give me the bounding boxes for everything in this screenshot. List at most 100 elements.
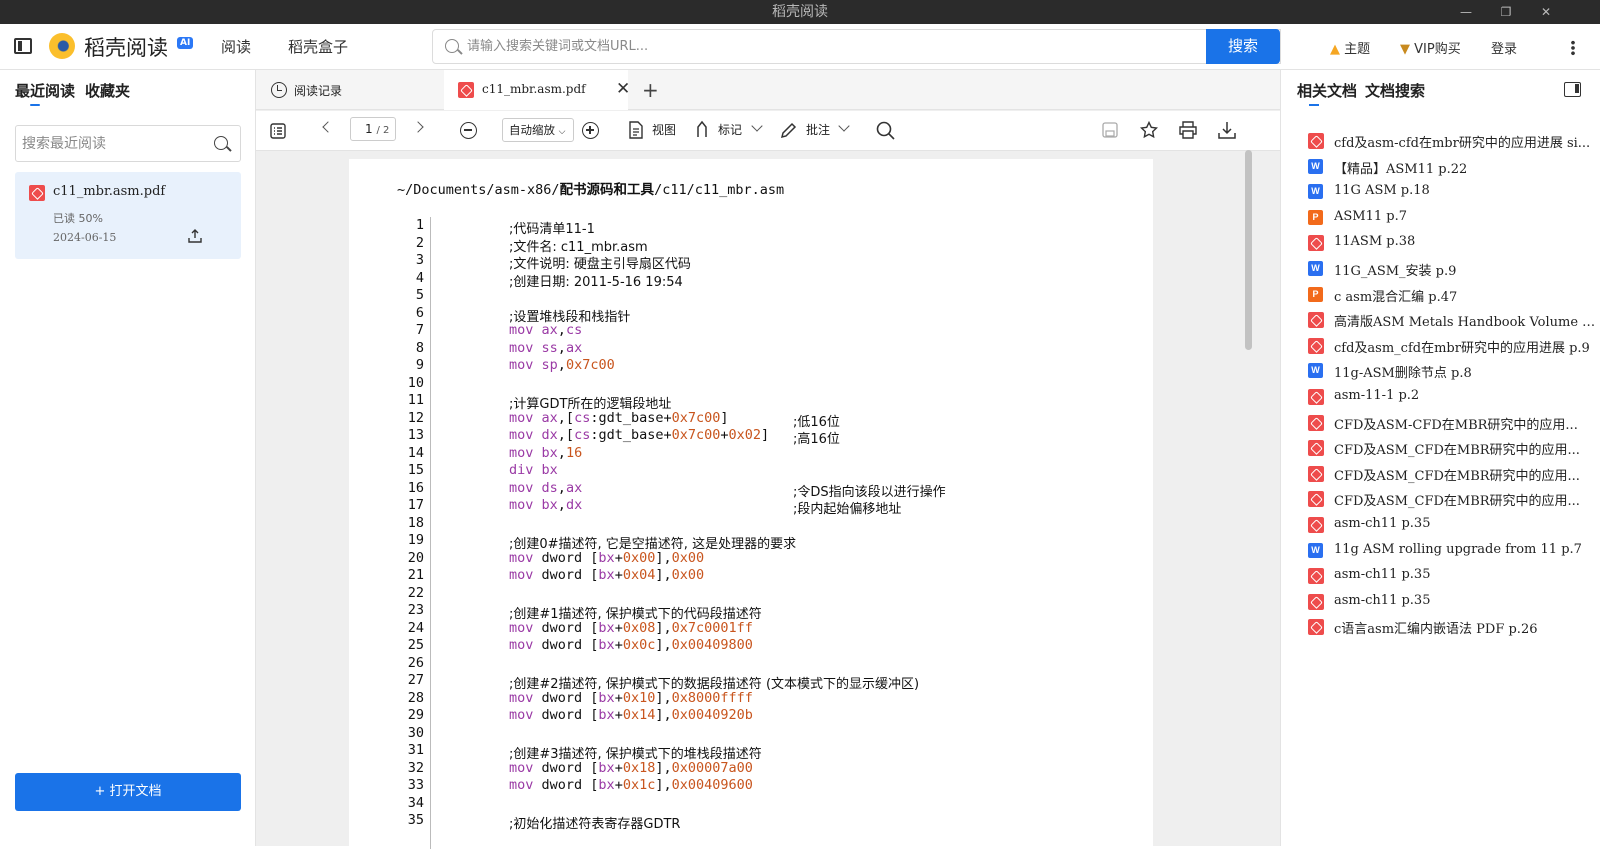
next-page-icon[interactable] [412, 121, 424, 133]
pen-icon [780, 122, 797, 139]
line-number: 20 [407, 549, 424, 566]
tab-document[interactable]: c11_mbr.asm.pdf ✕ [444, 70, 630, 110]
nav-docer-box[interactable]: 稻壳盒子 [288, 36, 348, 57]
word-icon: W [1308, 261, 1323, 276]
sidebar-toggle-icon[interactable] [14, 38, 32, 54]
related-doc-item[interactable]: Pc asm混合汇编 p.47 [1308, 286, 1598, 305]
pdf-icon [29, 185, 45, 201]
tab-recent[interactable]: 最近阅读 [15, 80, 75, 101]
line-number: 18 [407, 514, 424, 531]
line-number: 26 [407, 654, 424, 671]
related-doc-item[interactable]: 11ASM p.38 [1308, 234, 1598, 252]
mark-button[interactable]: 标记 [718, 121, 742, 138]
minimize-icon[interactable]: — [1452, 0, 1480, 24]
line-number: 4 [415, 269, 424, 286]
download-icon[interactable] [1218, 121, 1236, 139]
marker-icon [697, 120, 707, 137]
related-doc-item[interactable]: cfd及asm-cfd在mbr研究中的应用进展 si... [1308, 132, 1598, 151]
ai-badge: AI [177, 37, 194, 49]
related-doc-item[interactable]: W 11g ASM rolling upgrade from 11 p.7 [1308, 542, 1598, 560]
related-doc-item[interactable]: CFD及ASM_CFD在MBR研究中的应用... [1308, 490, 1598, 510]
find-icon[interactable] [876, 121, 896, 141]
related-doc-item[interactable]: P ASM11 p.7 [1308, 209, 1598, 227]
right-panel-toggle-icon[interactable] [1564, 82, 1581, 97]
mark-dropdown-icon[interactable] [751, 120, 763, 132]
line-number: 7 [415, 322, 424, 338]
related-doc-item[interactable]: CFD及ASM-CFD在MBR研究中的应用... [1308, 414, 1598, 433]
code-line: mov sp,0x7c00 [509, 357, 615, 373]
line-number: 8 [415, 339, 424, 356]
related-doc-item[interactable]: W 11g-ASM删除节点 p.8 [1308, 362, 1598, 381]
related-doc-item[interactable]: cfd及asm_cfd在mbr研究中的应用进展 p.9 [1308, 337, 1598, 356]
related-doc-item[interactable]: 高清版ASM Metals Handbook Volume 11... [1308, 311, 1598, 331]
line-number: 12 [407, 409, 424, 426]
outline-icon[interactable] [270, 123, 286, 139]
annotate-dropdown-icon[interactable] [838, 120, 850, 132]
scrollbar-thumb[interactable] [1245, 150, 1252, 350]
tab-doc-search[interactable]: 文档搜索 [1365, 80, 1425, 101]
tab-favorites[interactable]: 收藏夹 [85, 80, 130, 101]
view-button[interactable]: 视图 [652, 121, 676, 138]
related-doc-item[interactable]: W 11G ASM p.18 [1308, 183, 1598, 201]
restore-icon[interactable]: ❐ [1492, 0, 1520, 24]
theme-button[interactable]: ▲ 主题 [1330, 38, 1370, 57]
tab-history[interactable]: 阅读记录 [256, 70, 440, 110]
vip-button[interactable]: ▼ VIP购买 [1400, 38, 1461, 57]
related-doc-item[interactable]: CFD及ASM_CFD在MBR研究中的应用... [1308, 465, 1598, 484]
right-panel: 相关文档 文档搜索 cfd及asm-cfd在mbr研究中的应用进展 si... W… [1280, 70, 1600, 846]
related-doc-item[interactable]: asm-ch11 p.35 [1308, 516, 1598, 534]
word-icon: W [1308, 542, 1323, 558]
related-doc-item[interactable]: CFD及ASM_CFD在MBR研究中的应用... [1308, 439, 1598, 458]
zoom-in-icon[interactable] [582, 122, 599, 139]
tab-related-docs[interactable]: 相关文档 [1297, 80, 1357, 101]
open-document-button[interactable]: + 打开文档 [15, 773, 241, 811]
line-number: 33 [407, 777, 424, 793]
close-window-icon[interactable]: ✕ [1532, 0, 1560, 24]
search-icon[interactable] [214, 136, 228, 150]
related-doc-item[interactable]: asm-11-1 p.2 [1308, 388, 1598, 406]
related-doc-title: CFD及ASM_CFD在MBR研究中的应用... [1334, 494, 1580, 510]
word-icon: W [1308, 158, 1323, 174]
nav-read[interactable]: 阅读 [221, 36, 251, 57]
page-number-input[interactable]: 1 / 2 [350, 117, 396, 141]
word-icon: W [1308, 184, 1323, 200]
zoom-select[interactable]: 自动缩放 ⌵ [502, 118, 574, 142]
pdf-icon [1308, 568, 1324, 585]
code-line: mov dword [bx+0x1c],0x00409600 [509, 777, 753, 793]
add-tab-icon[interactable]: + [642, 78, 659, 102]
code-line: mov ds,ax [509, 479, 583, 496]
recent-item[interactable]: c11_mbr.asm.pdf 已读 50% 2024-06-15 [15, 172, 241, 259]
annotate-button[interactable]: 批注 [806, 121, 830, 138]
more-menu-icon[interactable] [1571, 40, 1575, 56]
ppt-icon: P [1308, 209, 1323, 225]
line-number-divider [430, 217, 431, 849]
related-doc-title: 11G_ASM_安装 p.9 [1334, 264, 1457, 279]
star-icon[interactable] [1140, 121, 1158, 139]
share-icon[interactable] [188, 229, 202, 243]
word-icon: W [1308, 363, 1323, 379]
search-input[interactable] [467, 30, 1267, 63]
code-comment: ;低16位 [793, 414, 840, 430]
related-doc-item[interactable]: W 【精品】ASM11 p.22 [1308, 158, 1598, 177]
related-doc-item[interactable]: c语言asm汇编内嵌语法 PDF p.26 [1308, 618, 1598, 637]
related-doc-title: c asm混合汇编 p.47 [1334, 289, 1458, 305]
recent-search-input[interactable] [22, 126, 202, 161]
related-doc-title: 高清版ASM Metals Handbook Volume 11... [1334, 315, 1596, 331]
related-doc-item[interactable]: asm-ch11 p.35 [1308, 567, 1598, 585]
search-button[interactable]: 搜索 [1206, 29, 1280, 64]
print-icon[interactable] [1179, 121, 1197, 139]
pdf-icon [1308, 593, 1324, 610]
line-number: 35 [407, 812, 424, 828]
save-icon[interactable] [1102, 122, 1118, 138]
line-number: 23 [407, 602, 424, 618]
zoom-out-icon[interactable] [460, 122, 477, 139]
related-doc-item[interactable]: W 11G_ASM_安装 p.9 [1308, 260, 1598, 279]
pdf-icon [1308, 389, 1324, 405]
prev-page-icon[interactable] [322, 121, 334, 133]
code-line: mov ss,ax [509, 339, 583, 356]
related-doc-item[interactable]: asm-ch11 p.35 [1308, 593, 1598, 611]
close-tab-icon[interactable]: ✕ [616, 79, 630, 99]
code-comment: ;文件说明: 硬盘主引导扇区代码 [509, 257, 691, 272]
viewer-toolbar: 1 / 2 自动缩放 ⌵ 视图 标记 批注 [256, 111, 1280, 151]
login-button[interactable]: 登录 [1491, 38, 1517, 57]
